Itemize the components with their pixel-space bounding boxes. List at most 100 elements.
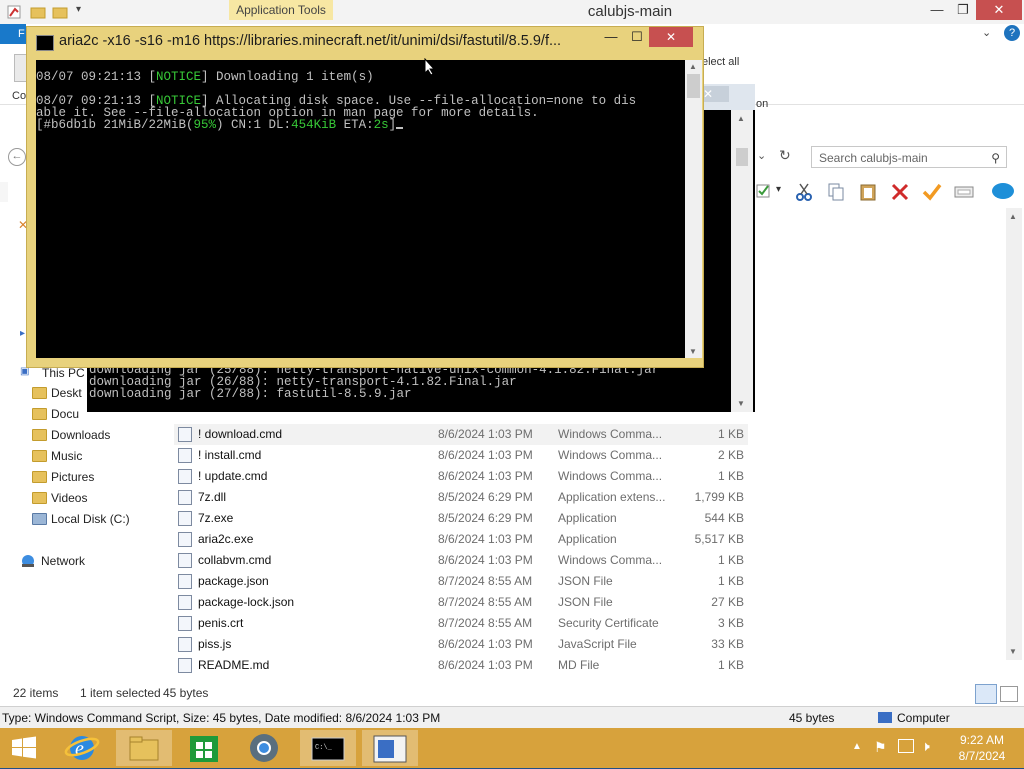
folder-icon xyxy=(32,387,47,399)
nav-item[interactable]: Downloads xyxy=(51,425,110,445)
back-icon[interactable]: ← xyxy=(8,148,26,166)
cut-icon[interactable] xyxy=(794,182,814,202)
file-icon xyxy=(178,427,192,442)
aria2c-console-window: aria2c -x16 -s16 -m16 https://libraries.… xyxy=(26,26,704,368)
file-name: piss.js xyxy=(198,637,232,651)
file-row[interactable]: 7z.exe 8/5/2024 6:29 PM Application 544 KB xyxy=(174,508,748,529)
taskbar-file-explorer[interactable] xyxy=(116,730,172,766)
file-tab[interactable]: F xyxy=(0,24,26,44)
nav-item[interactable]: Deskt xyxy=(51,383,82,403)
aria-maximize-button[interactable]: ☐ xyxy=(625,29,649,45)
ribbon-expand-icon[interactable]: ⌄ xyxy=(982,26,991,39)
file-row[interactable]: collabvm.cmd 8/6/2024 1:03 PM Windows Comm… xyxy=(174,550,748,571)
aria2c-title: aria2c -x16 -s16 -m16 https://libraries.… xyxy=(59,33,562,49)
drive-icon xyxy=(32,513,47,525)
explorer-title: calubjs-main xyxy=(587,3,673,20)
help-icon[interactable]: ? xyxy=(1004,25,1020,41)
taskbar-command-prompt[interactable]: C:\_ xyxy=(300,730,356,766)
file-date: 8/6/2024 1:03 PM xyxy=(438,448,533,462)
expand-icon[interactable]: ▸ xyxy=(20,328,25,339)
file-row[interactable]: aria2c.exe 8/6/2024 1:03 PM Application 5,5… xyxy=(174,529,748,550)
log-line-1: 08/07 09:21:13 [NOTICE] Downloading 1 it… xyxy=(36,70,374,84)
search-input[interactable]: Search calubjs-main ⚲ xyxy=(811,146,1007,168)
file-row[interactable]: package-lock.json 8/7/2024 8:55 AM JSON Fi… xyxy=(174,592,748,613)
nav-item[interactable]: Music xyxy=(51,446,82,466)
restore-button[interactable]: ❐ xyxy=(948,0,978,20)
start-button[interactable] xyxy=(6,732,42,764)
application-tools-tab[interactable]: Application Tools xyxy=(229,0,333,20)
file-row[interactable]: README.md 8/6/2024 1:03 PM MD File 1 KB xyxy=(174,655,748,676)
aria-minimize-button[interactable]: — xyxy=(599,29,623,44)
file-icon xyxy=(178,532,192,547)
show-hidden-icons[interactable]: ▲ xyxy=(852,741,862,752)
nav-item[interactable]: Videos xyxy=(51,488,87,508)
aria-scrollbar[interactable]: ▲ ▼ xyxy=(685,60,702,358)
file-size: 1 KB xyxy=(717,427,744,441)
refresh-icon[interactable]: ↻ xyxy=(779,147,791,164)
file-row[interactable]: penis.crt 8/7/2024 8:55 AM Security Certif… xyxy=(174,613,748,634)
vertical-scrollbar[interactable]: ▲ ▼ xyxy=(1006,208,1022,660)
file-row[interactable]: ! install.cmd 8/6/2024 1:03 PM Windows Com… xyxy=(174,445,748,466)
details-view-icon[interactable] xyxy=(975,684,997,704)
file-date: 8/6/2024 1:03 PM xyxy=(438,658,533,672)
paste-icon[interactable] xyxy=(858,182,878,202)
details-size: 45 bytes xyxy=(789,711,835,725)
console2-scrollbar[interactable]: ▲ ▼ xyxy=(731,110,753,412)
new-folder-icon[interactable] xyxy=(52,4,68,20)
clock-date: 8/7/2024 xyxy=(958,749,1006,763)
file-size: 1,799 KB xyxy=(694,490,744,504)
checkbox-icon[interactable] xyxy=(754,182,774,202)
properties-icon[interactable] xyxy=(6,4,22,20)
qat-dropdown-icon[interactable]: ▾ xyxy=(76,4,81,15)
aria-close-button[interactable]: ✕ xyxy=(649,27,693,47)
address-dropdown-icon[interactable]: ⌄ xyxy=(757,149,766,162)
folder-icon[interactable] xyxy=(30,4,46,20)
nav-item[interactable]: Local Disk (C:) xyxy=(51,509,130,529)
copy-icon[interactable] xyxy=(826,182,846,202)
network-tray-icon[interactable] xyxy=(898,739,914,753)
taskbar-console-window[interactable] xyxy=(362,730,418,766)
file-date: 8/7/2024 8:55 AM xyxy=(438,595,533,609)
view-dropdown-icon[interactable]: ▾ xyxy=(776,184,781,195)
search-placeholder: Search calubjs-main xyxy=(819,151,928,165)
file-date: 8/7/2024 8:55 AM xyxy=(438,616,533,630)
action-center-flag-icon[interactable]: ⚑ xyxy=(874,739,887,756)
file-date: 8/6/2024 1:03 PM xyxy=(438,553,533,567)
file-name: ! download.cmd xyxy=(198,427,283,441)
nav-network[interactable]: Network xyxy=(41,551,85,571)
file-icon xyxy=(178,637,192,652)
select-all-label[interactable]: elect all xyxy=(702,56,739,68)
nav-item[interactable]: Pictures xyxy=(51,467,94,487)
nav-item[interactable]: Docu xyxy=(51,404,79,424)
folder-icon xyxy=(32,492,47,504)
open-label: on xyxy=(756,98,769,110)
taskbar-store[interactable] xyxy=(176,730,232,766)
file-row[interactable]: ! update.cmd 8/6/2024 1:03 PM Windows Comm… xyxy=(174,466,748,487)
delete-icon[interactable] xyxy=(890,182,910,202)
clock-time: 9:22 AM xyxy=(959,733,1005,747)
network-icon xyxy=(20,554,36,568)
system-clock[interactable]: 9:22 AM 8/7/2024 xyxy=(944,732,1020,764)
file-type: JavaScript File xyxy=(558,637,637,651)
file-name: collabvm.cmd xyxy=(198,553,272,567)
properties-panel-icon[interactable] xyxy=(954,182,974,202)
file-row[interactable]: 7z.dll 8/5/2024 6:29 PM Application extens… xyxy=(174,487,748,508)
taskbar-internet-explorer[interactable]: e xyxy=(54,730,110,766)
item-count: 22 items xyxy=(13,686,59,700)
file-row[interactable]: ! download.cmd 8/6/2024 1:03 PM Windows Co… xyxy=(174,424,748,445)
help-bubble-icon[interactable] xyxy=(990,182,1014,202)
file-type: JSON File xyxy=(558,574,613,588)
file-icon xyxy=(178,553,192,568)
file-date: 8/6/2024 1:03 PM xyxy=(438,469,533,483)
close-button[interactable]: ✕ xyxy=(976,0,1022,20)
taskbar-chrome[interactable] xyxy=(236,730,292,766)
status-bar: 22 items 1 item selected 45 bytes xyxy=(0,682,1024,704)
file-row[interactable]: package.json 8/7/2024 8:55 AM JSON File 1 K… xyxy=(174,571,748,592)
file-type: Windows Comma... xyxy=(558,448,663,462)
file-type: Application xyxy=(558,511,617,525)
large-icons-view-icon[interactable] xyxy=(1000,686,1018,702)
volume-muted-icon[interactable]: 🕨 xyxy=(921,738,930,755)
file-row[interactable]: piss.js 8/6/2024 1:03 PM JavaScript File 33… xyxy=(174,634,748,655)
rename-check-icon[interactable] xyxy=(922,182,942,202)
file-type: Windows Comma... xyxy=(558,469,663,483)
